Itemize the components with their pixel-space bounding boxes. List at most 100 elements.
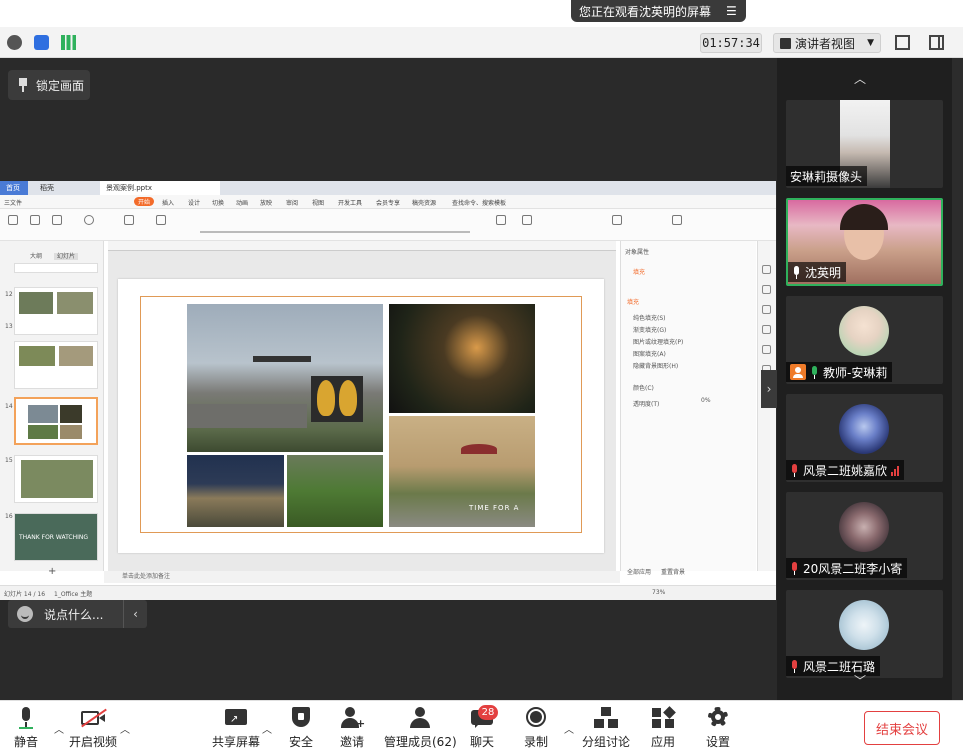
ribbon-new-slide-icon[interactable] <box>124 215 134 225</box>
security-button[interactable]: 安全 <box>289 707 313 750</box>
sharing-banner[interactable]: 您正在观看沈英明的屏幕 ☰ <box>571 0 746 22</box>
wps-menu-view[interactable]: 视图 <box>312 198 324 207</box>
record-button[interactable]: 录制 <box>524 707 548 750</box>
audio-options-caret[interactable]: ︿ <box>54 721 64 736</box>
wps-menu-transition[interactable]: 切换 <box>212 198 224 207</box>
menu-icon[interactable]: ☰ <box>726 4 740 18</box>
share-screen-button[interactable]: ↗ 共享屏幕 <box>212 707 260 750</box>
ribbon-cut-icon[interactable] <box>30 215 40 225</box>
wps-tab-home[interactable]: 首页 <box>0 181 28 195</box>
slides-tab[interactable]: 幻灯片 <box>53 253 78 260</box>
share-options-caret[interactable]: ︿ <box>262 721 272 736</box>
breakout-rooms-button[interactable]: 分组讨论 <box>582 707 630 750</box>
fill-option-pattern[interactable]: 图案填充(A) <box>633 349 666 358</box>
apply-all-button[interactable]: 全部应用 <box>627 567 651 576</box>
shield-icon[interactable] <box>34 35 49 50</box>
slide-thumb-16[interactable]: THANK FOR WATCHING <box>14 513 98 561</box>
side-tool-icon[interactable] <box>762 265 771 274</box>
props-fill-tab[interactable]: 填充 <box>633 267 645 276</box>
current-slide[interactable]: TIME FOR A <box>118 279 604 553</box>
slide-thumb-13[interactable] <box>14 287 98 335</box>
wps-menu-design[interactable]: 设计 <box>188 198 200 207</box>
transparency-value[interactable]: 0% <box>701 397 711 404</box>
reset-background-button[interactable]: 重置背景 <box>661 567 685 576</box>
emoji-icon[interactable] <box>17 606 33 622</box>
scroll-up-icon[interactable]: ︿ <box>854 70 866 87</box>
ribbon-layout-icon[interactable] <box>156 215 166 225</box>
ribbon-select-icon[interactable] <box>672 215 682 225</box>
ribbon-play-icon[interactable] <box>84 215 94 225</box>
side-tool-icon[interactable] <box>762 325 771 334</box>
wps-menu-insert[interactable]: 插入 <box>162 198 174 207</box>
chevron-left-icon[interactable]: ‹ <box>123 600 147 628</box>
end-meeting-button[interactable]: 结束会议 <box>864 711 940 745</box>
chat-input[interactable]: 说点什么... ‹ <box>8 600 147 628</box>
fill-option-solid[interactable]: 纯色填充(S) <box>633 313 666 322</box>
signal-icon[interactable] <box>61 35 76 50</box>
wps-menu-slideshow[interactable]: 放映 <box>260 198 272 207</box>
photo-night-garden[interactable] <box>389 304 535 413</box>
ribbon-find-icon[interactable] <box>612 215 622 225</box>
invite-button[interactable]: + 邀请 <box>340 707 365 750</box>
notes-bar[interactable]: 单击此处添加备注 <box>104 571 620 583</box>
wps-menu-review[interactable]: 审阅 <box>286 198 298 207</box>
ribbon-paste-icon[interactable] <box>8 215 18 225</box>
outline-tab[interactable]: 大纲 <box>30 253 42 260</box>
participant-tile[interactable]: 教师-安琳莉 <box>786 296 943 384</box>
settings-button[interactable]: 设置 <box>706 707 730 750</box>
participant-name: 安琳莉摄像头 <box>790 169 863 184</box>
thumb-number: 13 <box>5 323 13 330</box>
wps-menu-member[interactable]: 会员专享 <box>376 198 400 207</box>
security-label: 安全 <box>289 735 314 749</box>
signal-strength-icon <box>891 465 900 476</box>
record-options-caret[interactable]: ︿ <box>564 721 574 736</box>
hide-background-option[interactable]: 隐藏背景图形(H) <box>633 361 678 370</box>
share-screen-icon: ↗ <box>224 707 248 729</box>
wps-menu-devtools[interactable]: 开发工具 <box>338 198 362 207</box>
wps-menu-start[interactable]: 开始 <box>134 197 155 206</box>
info-icon[interactable] <box>7 35 22 50</box>
sidebar-toggle-icon[interactable] <box>929 35 944 50</box>
slide-thumb-14[interactable] <box>14 397 98 445</box>
wps-menu-animation[interactable]: 动画 <box>236 198 248 207</box>
manage-members-button[interactable]: 管理成员(62) <box>384 707 457 750</box>
fill-option-picture[interactable]: 图片或纹理填充(P) <box>633 337 683 346</box>
zoom-level[interactable]: 73% <box>652 589 665 596</box>
apps-button[interactable]: 应用 <box>651 706 676 750</box>
fill-option-gradient[interactable]: 渐变填充(G) <box>633 325 666 334</box>
slide-thumb-15[interactable] <box>14 455 98 503</box>
slide-thumb-12[interactable] <box>14 263 98 273</box>
video-options-caret[interactable]: ︿ <box>120 721 130 736</box>
participant-tile[interactable]: 风景二班姚嘉欣 <box>786 394 943 482</box>
side-tool-icon[interactable] <box>762 345 771 354</box>
ribbon-format-icon[interactable] <box>52 215 62 225</box>
scroll-down-icon[interactable]: ﹀ <box>854 672 866 689</box>
participant-tile-active-speaker[interactable]: 沈英明 <box>786 198 943 286</box>
wps-menu-resources[interactable]: 稿壳资源 <box>412 198 436 207</box>
lock-view-button[interactable]: 锁定画面 <box>8 70 90 100</box>
collapse-panel-button[interactable]: › <box>761 370 777 408</box>
photo-wall-lights[interactable] <box>187 455 284 527</box>
photo-courtyard[interactable]: TIME FOR A <box>389 416 535 527</box>
side-tool-icon[interactable] <box>762 285 771 294</box>
participant-tile[interactable]: 安琳莉摄像头 <box>786 100 943 188</box>
wps-menu-file[interactable]: 三文件 <box>4 198 22 207</box>
start-video-button[interactable]: 开启视频 <box>69 707 117 750</box>
side-tool-icon[interactable] <box>762 305 771 314</box>
mic-muted-icon <box>790 561 799 575</box>
participant-tile[interactable]: 20风景二班李小寄 <box>786 492 943 580</box>
add-slide-icon[interactable]: + <box>48 566 56 577</box>
wps-tab-document[interactable]: 景观案例.pptx <box>100 181 220 195</box>
panel-scrollbar[interactable] <box>952 58 963 700</box>
mute-button[interactable]: 静音 <box>14 707 38 750</box>
wps-tab-docer[interactable]: 稻壳 <box>34 181 92 195</box>
ribbon-shape-icon[interactable] <box>522 215 532 225</box>
photo-pavilion[interactable] <box>187 304 383 452</box>
photo-vegetable-garden[interactable] <box>287 455 383 527</box>
slide-thumb-13b[interactable] <box>14 341 98 389</box>
ribbon-textbox-icon[interactable] <box>496 215 506 225</box>
wps-command-search[interactable]: 查找命令、搜索模板 <box>452 198 506 207</box>
participant-tile[interactable]: 风景二班石璐 <box>786 590 943 678</box>
fullscreen-icon[interactable] <box>895 35 910 50</box>
view-mode-dropdown[interactable]: 演讲者视图 ▼ <box>773 33 881 53</box>
